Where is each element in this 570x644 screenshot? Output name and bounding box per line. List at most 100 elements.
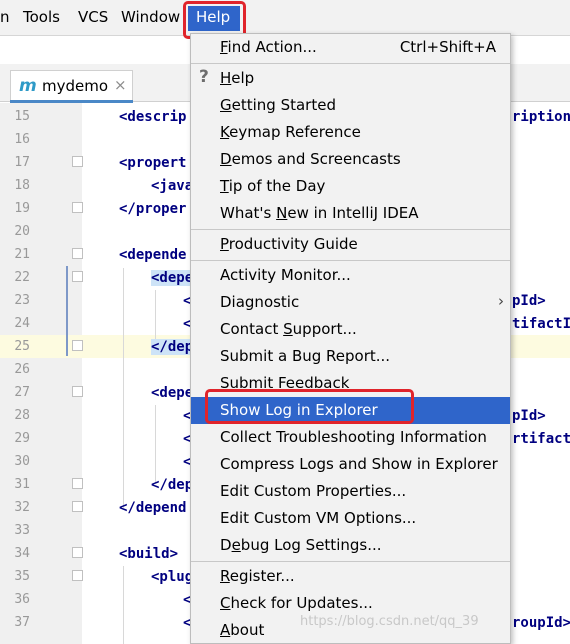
menu-item-contact-support[interactable]: Contact Support... — [191, 316, 510, 343]
line-number: 19 — [14, 201, 30, 216]
code-text: <propert — [119, 155, 187, 171]
line-number: 22 — [14, 270, 30, 285]
fold-marker[interactable] — [72, 501, 83, 512]
menu-bar: n Tools VCS Window Help — [0, 0, 570, 36]
menu-item-edit-custom-properties[interactable]: Edit Custom Properties... — [191, 478, 510, 505]
code-text: roupId> — [512, 615, 570, 631]
menu-item-edit-custom-vm-options[interactable]: Edit Custom VM Options... — [191, 505, 510, 532]
menu-item-label: Collect Troubleshooting Information — [220, 428, 487, 446]
menu-item-register[interactable]: Register... — [191, 563, 510, 590]
tab-mydemo[interactable]: m mydemo × — [10, 70, 133, 102]
code-text: rtifact — [512, 431, 570, 447]
line-number: 18 — [14, 178, 30, 193]
menu-item-label: Productivity Guide — [220, 235, 358, 253]
code-text-highlighted: </dep — [151, 339, 194, 355]
menu-item-label: Find Action... — [220, 38, 317, 56]
menu-item-label: Getting Started — [220, 96, 336, 114]
menu-item-label: Register... — [220, 567, 295, 585]
menu-item-demos-and-screencasts[interactable]: Demos and Screencasts — [191, 146, 510, 173]
menu-item-submit-a-bug-report[interactable]: Submit a Bug Report... — [191, 343, 510, 370]
menu-item-activity-monitor[interactable]: Activity Monitor... — [191, 262, 510, 289]
menu-item-label: Debug Log Settings... — [220, 536, 382, 554]
menu-window[interactable]: Window — [121, 8, 180, 26]
menu-item-label: About — [220, 621, 265, 639]
menu-item-keymap-reference[interactable]: Keymap Reference — [191, 119, 510, 146]
menu-item-label: Help — [220, 69, 255, 87]
menu-item-debug-log-settings[interactable]: Debug Log Settings... — [191, 532, 510, 559]
menu-item-check-for-updates[interactable]: Check for Updates... — [191, 590, 510, 617]
code-text: <java — [151, 178, 194, 194]
fold-marker[interactable] — [72, 248, 83, 259]
menu-separator — [191, 561, 510, 562]
indent-guide — [155, 405, 156, 483]
watermark: https://blog.csdn.net/qq_39 — [300, 614, 479, 629]
line-number: 37 — [14, 615, 30, 630]
fold-marker[interactable] — [72, 478, 83, 489]
fold-marker[interactable] — [72, 386, 83, 397]
menu-item-label: Tip of the Day — [220, 177, 326, 195]
menu-item-what-s-new-in-intellij-idea[interactable]: What's New in IntelliJ IDEA — [191, 200, 510, 227]
maven-icon: m — [19, 76, 37, 96]
chevron-right-icon: › — [498, 292, 504, 310]
menu-item-tip-of-the-day[interactable]: Tip of the Day — [191, 173, 510, 200]
menu-separator — [191, 229, 510, 230]
code-text: <build> — [119, 546, 179, 562]
menu-vcs[interactable]: VCS — [78, 8, 108, 26]
menu-item-help[interactable]: ? Help — [191, 65, 510, 92]
menu-item-label: Submit Feedback — [220, 374, 350, 392]
help-dropdown-menu: Find Action... Ctrl+Shift+A? Help Getting S… — [190, 33, 511, 644]
menu-item-label: Diagnostic — [220, 293, 300, 311]
menu-partial-item[interactable]: n — [0, 8, 10, 26]
code-text: </dep — [151, 477, 194, 493]
menu-item-label: Demos and Screencasts — [220, 150, 401, 168]
code-text: pId> — [512, 293, 546, 309]
menu-item-submit-feedback[interactable]: Submit Feedback — [191, 370, 510, 397]
fold-marker[interactable] — [72, 570, 83, 581]
fold-marker[interactable] — [72, 156, 83, 167]
line-number: 16 — [14, 132, 30, 147]
menu-item-label: Activity Monitor... — [220, 266, 351, 284]
line-number: 27 — [14, 385, 30, 400]
line-number: 24 — [14, 316, 30, 331]
menu-item-label: Edit Custom VM Options... — [220, 509, 417, 527]
line-number: 31 — [14, 477, 30, 492]
menu-item-collect-troubleshooting-information[interactable]: Collect Troubleshooting Information — [191, 424, 510, 451]
code-text-highlighted: <depe — [151, 270, 194, 286]
code-text: <descrip — [119, 109, 187, 125]
code-text: ription — [512, 109, 570, 125]
fold-marker[interactable] — [72, 271, 83, 282]
fold-marker[interactable] — [72, 202, 83, 213]
help-question-icon: ? — [199, 67, 209, 87]
menu-item-label: What's New in IntelliJ IDEA — [220, 204, 419, 222]
line-number: 29 — [14, 431, 30, 446]
line-number: 28 — [14, 408, 30, 423]
menu-item-getting-started[interactable]: Getting Started — [191, 92, 510, 119]
line-number: 34 — [14, 546, 30, 561]
indent-guide — [123, 268, 124, 508]
line-number: 33 — [14, 523, 30, 538]
menu-item-show-log-in-explorer[interactable]: Show Log in Explorer — [191, 397, 510, 424]
menu-item-diagnostic[interactable]: Diagnostic › — [191, 289, 510, 316]
code-text: <depe — [151, 385, 194, 401]
code-text: </proper — [119, 201, 187, 217]
shortcut-label: Ctrl+Shift+A — [399, 38, 496, 56]
fold-marker[interactable] — [72, 340, 83, 351]
close-icon[interactable]: × — [114, 76, 127, 94]
menu-item-find-action[interactable]: Find Action... Ctrl+Shift+A — [191, 34, 510, 61]
line-number: 15 — [14, 109, 30, 124]
menu-help[interactable]: Help — [188, 6, 240, 31]
line-number: 23 — [14, 293, 30, 308]
code-text: <depende — [119, 247, 187, 263]
line-number: 36 — [14, 592, 30, 607]
fold-marker[interactable] — [72, 547, 83, 558]
menu-item-productivity-guide[interactable]: Productivity Guide — [191, 231, 510, 258]
menu-item-compress-logs-and-show-in-explorer[interactable]: Compress Logs and Show in Explorer — [191, 451, 510, 478]
indent-guide — [123, 566, 124, 644]
menu-item-label: Check for Updates... — [220, 594, 373, 612]
line-number: 26 — [14, 362, 30, 377]
menu-item-label: Submit a Bug Report... — [220, 347, 391, 365]
tab-label: mydemo — [42, 77, 109, 95]
menu-tools[interactable]: Tools — [23, 8, 60, 26]
code-text: </depend — [119, 500, 187, 516]
matched-block-marker — [66, 266, 68, 356]
